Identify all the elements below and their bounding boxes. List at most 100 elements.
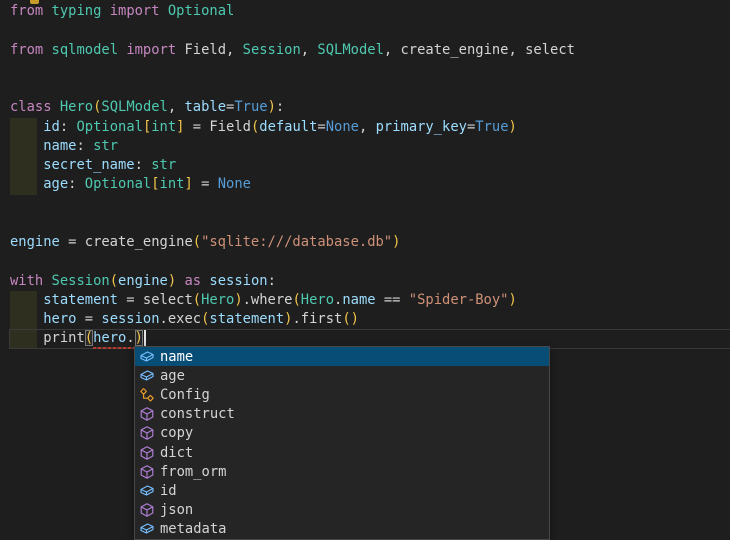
suggest-item[interactable]: dict	[135, 443, 549, 462]
token-plain	[43, 42, 51, 58]
code-line[interactable]: from typing import Optional	[10, 2, 730, 21]
code-line[interactable]: statement = select(Hero).where(Hero.name…	[10, 291, 730, 310]
suggest-item[interactable]: from_orm	[135, 462, 549, 481]
token-brk: )	[351, 311, 359, 327]
token-plain: =	[317, 119, 325, 135]
token-var: hero	[93, 330, 126, 346]
token-plain: :	[68, 176, 85, 192]
token-type: Optional	[168, 3, 234, 19]
token-var: age	[43, 176, 68, 192]
symbol-class-icon	[139, 387, 155, 403]
code-line[interactable]	[10, 195, 730, 214]
token-plain: :	[268, 273, 276, 289]
token-type: str	[93, 138, 118, 154]
token-brk: (	[110, 273, 118, 289]
suggest-item[interactable]: construct	[135, 405, 549, 424]
token-plain	[43, 273, 51, 289]
token-kw: class	[10, 99, 52, 115]
code-line[interactable]: id: Optional[int] = Field(default=None, …	[10, 118, 730, 137]
code-line[interactable]: name: str	[10, 137, 730, 156]
token-plain: :	[76, 138, 93, 154]
code-editor[interactable]: from typing import Optional from sqlmodel…	[0, 0, 730, 540]
token-type: int	[160, 176, 185, 192]
text-cursor	[144, 330, 146, 346]
suggest-item-label: age	[160, 368, 185, 384]
token-plain: select	[143, 292, 193, 308]
token-brk: )	[234, 292, 242, 308]
code-line[interactable]	[10, 252, 730, 271]
token-plain: :	[276, 99, 284, 115]
suggest-item[interactable]: json	[135, 501, 549, 520]
code-line[interactable]: with Session(engine) as session:	[10, 272, 730, 291]
token-plain	[10, 311, 43, 327]
token-const: True	[475, 119, 508, 135]
token-type: Hero	[301, 292, 334, 308]
token-plain: =	[60, 234, 85, 250]
token-plain: ,	[168, 99, 185, 115]
token-plain	[52, 99, 60, 115]
code-line[interactable]	[10, 79, 730, 98]
suggest-widget: name ageConfigconstructcopy dictfrom_ormid…	[134, 346, 550, 540]
token-plain: :	[135, 157, 152, 173]
symbol-method-icon	[139, 502, 155, 518]
token-str: "Spider-Boy"	[409, 292, 509, 308]
code-line[interactable]: engine = create_engine("sqlite:///databa…	[10, 233, 730, 252]
token-const: None	[326, 119, 359, 135]
token-plain: ,	[508, 42, 525, 58]
token-const: None	[218, 176, 251, 192]
symbol-field-icon	[139, 349, 155, 365]
token-type: Optional	[76, 119, 142, 135]
suggest-item-label: copy	[160, 425, 193, 441]
code-lines: from typing import Optional from sqlmodel…	[10, 2, 730, 349]
token-var: name	[342, 292, 375, 308]
token-plain: =	[193, 176, 218, 192]
token-var: statement	[209, 311, 284, 327]
suggest-item[interactable]: copy	[135, 424, 549, 443]
token-var: id	[43, 119, 60, 135]
code-line[interactable]	[10, 214, 730, 233]
suggest-item[interactable]: name	[135, 347, 549, 366]
token-plain: print	[43, 330, 85, 346]
token-plain: ,	[359, 119, 376, 135]
code-line[interactable]	[10, 21, 730, 40]
token-brk: )	[509, 119, 517, 135]
token-var: statement	[43, 292, 118, 308]
token-var: engine	[118, 273, 168, 289]
token-plain	[101, 3, 109, 19]
token-var: primary_key	[376, 119, 467, 135]
token-var: secret_name	[43, 157, 134, 173]
token-brk: )	[508, 292, 516, 308]
token-plain: create_engine	[401, 42, 509, 58]
code-line[interactable]: hero = session.exec(statement).first()	[10, 310, 730, 329]
suggest-item[interactable]: id	[135, 481, 549, 500]
suggest-item[interactable]: age	[135, 366, 549, 385]
token-type: int	[151, 119, 176, 135]
code-line[interactable]: from sqlmodel import Field, Session, SQL…	[10, 41, 730, 60]
token-kw: from	[10, 42, 43, 58]
suggest-item[interactable]: Config	[135, 385, 549, 404]
suggest-list: name ageConfigconstructcopy dictfrom_ormid…	[135, 347, 549, 539]
token-plain: select	[525, 42, 575, 58]
token-var: session	[101, 311, 159, 327]
code-line[interactable]: secret_name: str	[10, 156, 730, 175]
suggest-item-label: metadata	[160, 521, 226, 537]
token-type: Optional	[85, 176, 151, 192]
token-plain: :	[60, 119, 77, 135]
token-plain: =	[118, 292, 143, 308]
token-var: table	[184, 99, 226, 115]
code-line[interactable]	[10, 60, 730, 79]
symbol-method-icon	[139, 464, 155, 480]
token-kw: import	[110, 3, 160, 19]
token-plain: Field	[209, 119, 251, 135]
token-plain	[10, 138, 43, 154]
token-plain	[10, 176, 43, 192]
token-brk: (	[193, 292, 201, 308]
token-brk: (	[292, 292, 300, 308]
code-line[interactable]: age: Optional[int] = None	[10, 175, 730, 194]
token-plain: .where	[243, 292, 293, 308]
token-plain: ,	[301, 42, 318, 58]
token-plain: create_engine	[85, 234, 193, 250]
code-line[interactable]: class Hero(SQLModel, table=True):	[10, 98, 730, 117]
token-type: sqlmodel	[52, 42, 118, 58]
suggest-item[interactable]: metadata	[135, 520, 549, 539]
